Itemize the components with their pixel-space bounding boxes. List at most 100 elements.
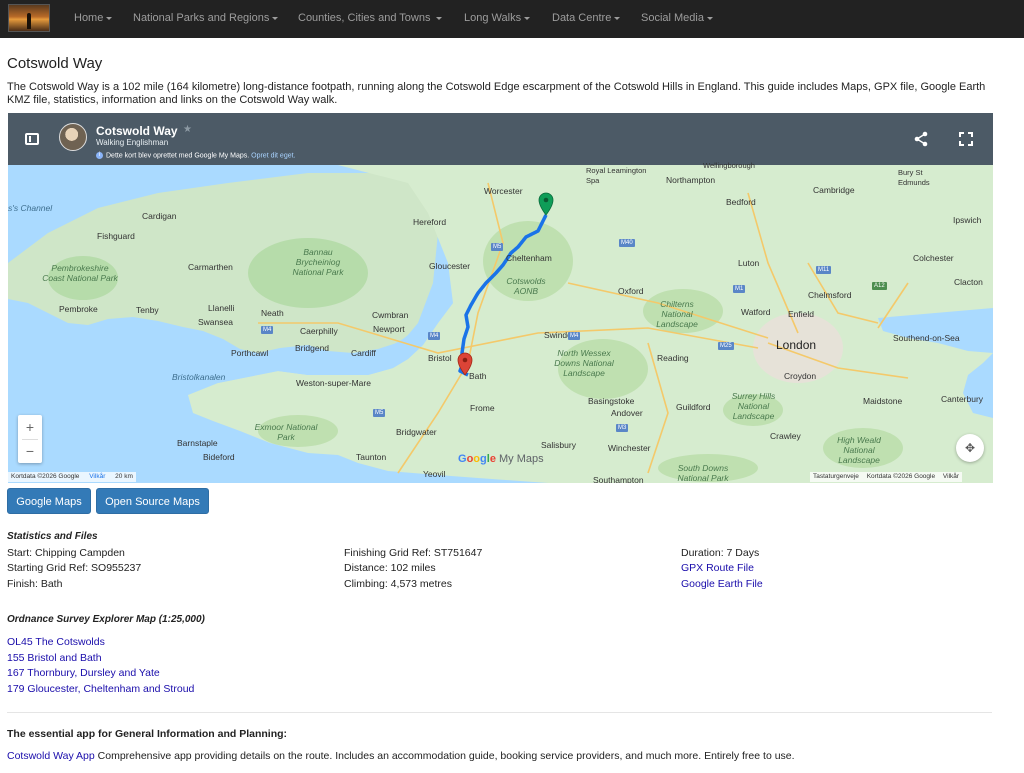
- map-label: Surrey Hills National Landscape: [731, 391, 776, 421]
- top-navbar: Home National Parks and Regions Counties…: [0, 0, 1024, 38]
- terms-link[interactable]: Vilkår: [89, 473, 105, 480]
- share-icon[interactable]: [913, 131, 929, 147]
- info-icon: i: [96, 152, 103, 159]
- map-label: Bridgend: [295, 343, 330, 353]
- terms-link-right[interactable]: Vilkår: [943, 473, 959, 480]
- os-map-link[interactable]: OL45 The Cotswolds: [7, 636, 105, 648]
- map-data-credit-right: Kortdata ©2026 Google: [866, 473, 936, 480]
- road-shield: M1: [733, 285, 746, 293]
- map-label: Barnstaple: [177, 438, 218, 448]
- map-title[interactable]: Cotswold Way: [96, 124, 178, 138]
- map-label: Croydon: [784, 371, 817, 381]
- walker-silhouette-icon: [27, 13, 31, 29]
- road-shield: M40: [619, 239, 635, 247]
- map-header: Cotswold Way ★ Walking Englishman i Dette…: [8, 113, 993, 165]
- map-label: Cwmbran: [372, 310, 409, 320]
- map-label: Caerphilly: [300, 326, 338, 336]
- stat-duration: Duration: 7 Days: [681, 547, 760, 559]
- map-label: Southend-on-Sea: [893, 333, 960, 343]
- map-label: Guildford: [676, 402, 711, 412]
- my-maps-note: i Dette kort blev oprettet med Google My …: [96, 152, 296, 159]
- camera-control-icon[interactable]: ✥: [956, 434, 984, 462]
- zoom-in-button[interactable]: +: [18, 416, 42, 438]
- map-label: Taunton: [356, 452, 387, 462]
- map-attribution-right: Tastaturgenveje Kortdata ©2026 Google Vi…: [810, 472, 963, 482]
- map-label: Frome: [470, 403, 495, 413]
- intro-paragraph: The Cotswold Way is a 102 mile (164 kilo…: [7, 81, 986, 106]
- map-label: Bristolkanalen: [172, 372, 226, 382]
- nav-national-parks-label: National Parks and Regions: [133, 12, 270, 24]
- map-label: Luton: [738, 258, 760, 268]
- map-label: Exmoor National Park: [254, 422, 318, 442]
- stat-climbing: Climbing: 4,573 metres: [344, 578, 452, 590]
- map-label: Bedford: [726, 197, 756, 207]
- os-maps-heading: Ordnance Survey Explorer Map (1:25,000): [7, 614, 205, 625]
- map-label: Neath: [261, 308, 284, 318]
- nav-counties[interactable]: Counties, Cities and Towns: [298, 12, 443, 24]
- map-label: Royal Leamington Spa: [586, 166, 647, 185]
- map-label: s's Channel: [8, 203, 53, 213]
- map-label: Cardigan: [142, 211, 177, 221]
- road-shield: A12: [872, 282, 887, 290]
- map-label: Colchester: [913, 253, 954, 263]
- caret-down-icon: [706, 16, 713, 20]
- nav-data-centre[interactable]: Data Centre: [552, 12, 621, 24]
- map-attribution-left: Kortdata ©2026 Google Vilkår 20 km: [8, 472, 136, 482]
- zoom-out-button[interactable]: −: [18, 440, 42, 462]
- map-label: Bridgwater: [396, 427, 437, 437]
- map-label: High Weald National Landscape: [837, 435, 881, 465]
- site-logo[interactable]: [8, 4, 50, 32]
- map-label: Carmarthen: [188, 262, 233, 272]
- nav-home[interactable]: Home: [74, 12, 113, 24]
- road-shield: M5: [491, 243, 504, 251]
- map-label: Southampton: [593, 475, 644, 483]
- map-label: Yeovil: [423, 469, 446, 479]
- map-label: Maidstone: [863, 396, 903, 406]
- star-icon[interactable]: ★: [183, 124, 192, 135]
- os-map-link[interactable]: 167 Thornbury, Dursley and Yate: [7, 667, 160, 679]
- stat-start-grid: Starting Grid Ref: SO955237: [7, 562, 142, 574]
- road-shield: M25: [718, 342, 734, 350]
- map-label: Oxford: [618, 286, 644, 296]
- os-map-link[interactable]: 155 Bristol and Bath: [7, 652, 102, 664]
- map-label: South Downs National Park: [677, 463, 729, 483]
- keyboard-shortcuts-link[interactable]: Tastaturgenveje: [813, 473, 859, 480]
- road-shield: M3: [616, 424, 629, 432]
- google-maps-button[interactable]: Google Maps: [7, 488, 91, 514]
- map-label: Newport: [373, 324, 405, 334]
- nav-social-media[interactable]: Social Media: [641, 12, 713, 24]
- os-map-link[interactable]: 179 Gloucester, Cheltenham and Stroud: [7, 683, 194, 695]
- fullscreen-icon[interactable]: [958, 131, 974, 147]
- kmz-file-link[interactable]: Google Earth File: [681, 578, 763, 590]
- map-label: Cambridge: [813, 185, 855, 195]
- map-label: Cotswolds AONB: [506, 276, 546, 296]
- map-label: Bannau Brycheiniog National Park: [292, 247, 344, 277]
- map-label: Weston-super-Mare: [296, 378, 371, 388]
- nav-social-media-label: Social Media: [641, 12, 704, 24]
- sidebar-toggle-icon[interactable]: [25, 133, 39, 145]
- map-label: Chilterns National Landscape: [656, 299, 698, 329]
- scale-bar: 20 km: [115, 473, 133, 480]
- gpx-file-link[interactable]: GPX Route File: [681, 562, 754, 574]
- map-label: Cheltenham: [506, 253, 552, 263]
- road-shield: M4: [568, 332, 581, 340]
- road-shield: M5: [373, 409, 386, 417]
- nav-national-parks[interactable]: National Parks and Regions: [133, 12, 279, 24]
- caret-down-icon: [614, 16, 621, 20]
- open-source-maps-button[interactable]: Open Source Maps: [96, 488, 209, 514]
- road-shield: M4: [261, 326, 274, 334]
- nav-long-walks[interactable]: Long Walks: [464, 12, 531, 24]
- embedded-map[interactable]: Cotswold Way ★ Walking Englishman i Dette…: [8, 113, 993, 483]
- author-avatar: [59, 123, 87, 151]
- map-label: Bath: [469, 371, 487, 381]
- map-label: Bideford: [203, 452, 235, 462]
- map-label: Gloucester: [429, 261, 471, 271]
- map-label: Bristol: [428, 353, 452, 363]
- map-label: Reading: [657, 353, 689, 363]
- cotswold-way-app-link[interactable]: Cotswold Way App: [7, 750, 95, 762]
- map-label: Northampton: [666, 175, 716, 185]
- map-label: Tenby: [136, 305, 159, 315]
- create-own-map-link[interactable]: Opret dit eget.: [251, 152, 295, 159]
- stat-start: Start: Chipping Campden: [7, 547, 125, 559]
- map-label: Worcester: [484, 186, 523, 196]
